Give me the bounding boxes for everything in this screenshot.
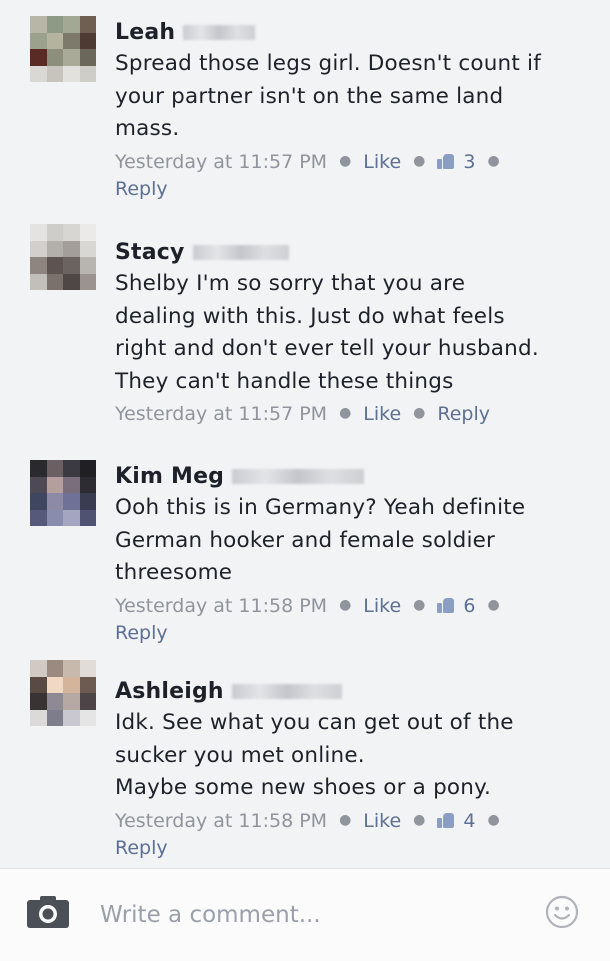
like-count[interactable]: 6 <box>463 595 475 617</box>
comment-text: Ooh this is in Germany? Yeah definite Ge… <box>115 495 526 585</box>
like-count[interactable]: 3 <box>463 151 475 173</box>
like-button[interactable]: Like <box>363 403 401 425</box>
thumbs-up-icon <box>437 812 455 828</box>
like-button[interactable]: Like <box>363 810 401 832</box>
comment-timestamp[interactable]: Yesterday at 11:58 PM <box>115 595 327 617</box>
avatar[interactable] <box>30 660 96 726</box>
comment-timestamp[interactable]: Yesterday at 11:58 PM <box>115 810 327 832</box>
commenter-name[interactable]: Leah <box>115 20 175 45</box>
reply-button[interactable]: Reply <box>115 178 168 200</box>
camera-icon[interactable] <box>26 895 70 929</box>
blurred-surname <box>231 683 342 699</box>
commenter-name[interactable]: Stacy <box>115 240 185 265</box>
comment-input[interactable] <box>100 895 520 935</box>
comment-meta: Yesterday at 11:57 PM ● Like ● Reply <box>115 403 491 425</box>
comment-text: Idk. See what you can get out of the suc… <box>115 710 514 800</box>
avatar[interactable] <box>30 224 96 290</box>
thumbs-up-icon <box>437 153 455 169</box>
comment-text: Shelby I'm so sorry that you are dealing… <box>115 271 539 394</box>
reply-button[interactable]: Reply <box>115 837 168 859</box>
blurred-surname <box>183 24 256 40</box>
blurred-surname <box>192 244 289 260</box>
smiley-icon[interactable] <box>545 895 579 929</box>
comment-timestamp[interactable]: Yesterday at 11:57 PM <box>115 151 327 173</box>
thumbs-up-icon <box>437 597 455 613</box>
like-count[interactable]: 4 <box>463 810 475 832</box>
comment-text: Spread those legs girl. Doesn't count if… <box>115 51 541 141</box>
like-button[interactable]: Like <box>363 595 401 617</box>
avatar[interactable] <box>30 460 96 526</box>
comment-meta: Yesterday at 11:57 PM ● Like ● 3 ● Reply <box>115 150 500 200</box>
comment-meta: Yesterday at 11:58 PM ● Like ● 6 ● Reply <box>115 594 500 644</box>
reply-button[interactable]: Reply <box>115 622 168 644</box>
reply-button[interactable]: Reply <box>437 403 490 425</box>
like-button[interactable]: Like <box>363 151 401 173</box>
blurred-surname <box>232 468 365 484</box>
comment-timestamp[interactable]: Yesterday at 11:57 PM <box>115 403 327 425</box>
commenter-name[interactable]: Kim Meg <box>115 464 224 489</box>
commenter-name[interactable]: Ashleigh <box>115 679 224 704</box>
avatar[interactable] <box>30 16 96 82</box>
comment-meta: Yesterday at 11:58 PM ● Like ● 4 ● Reply <box>115 809 500 859</box>
